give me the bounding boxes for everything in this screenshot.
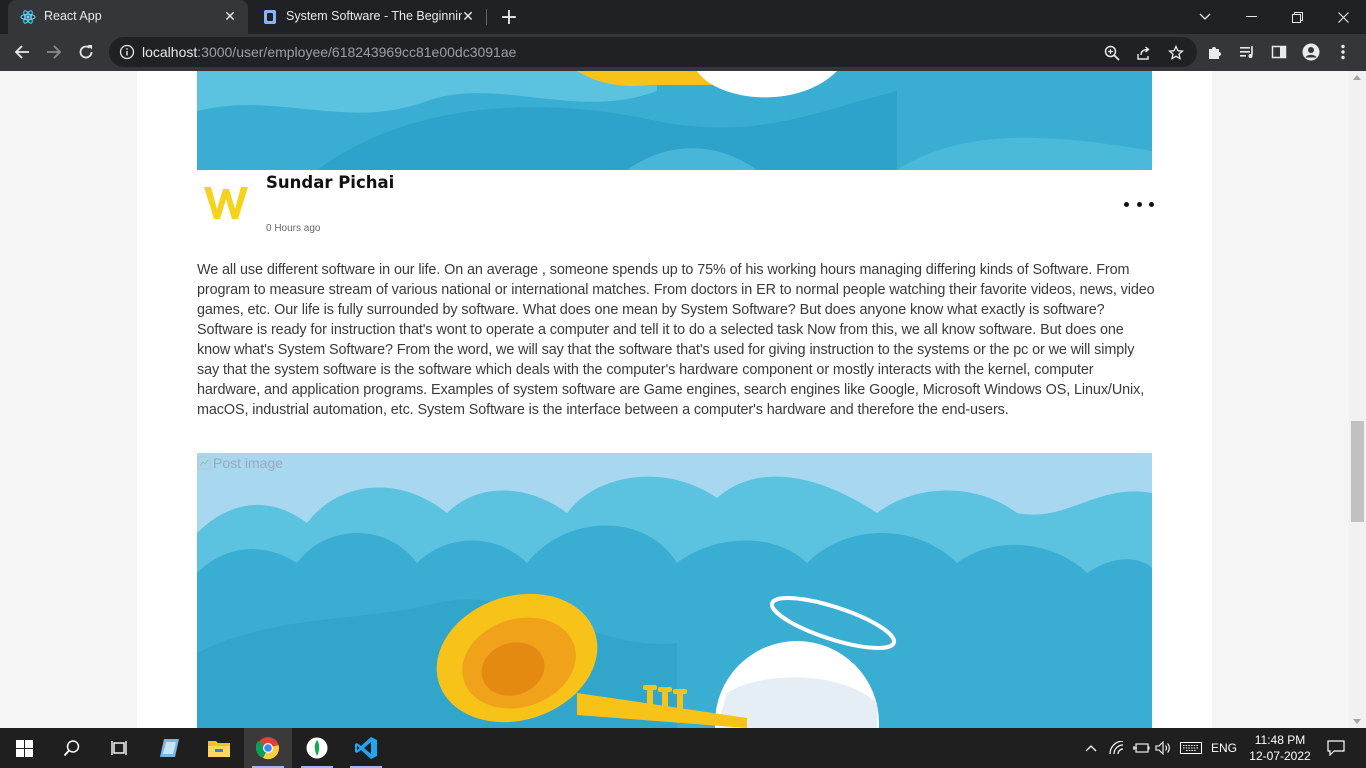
restore-button[interactable] — [1274, 0, 1320, 34]
url-host: localhost — [142, 44, 198, 60]
tab-system-software[interactable]: System Software - The Beginning ✕ — [250, 0, 486, 34]
post-options-button[interactable] — [1124, 196, 1154, 212]
windows-taskbar: ENG 11:48 PM 12-07-2022 — [0, 728, 1366, 768]
share-icon — [1137, 46, 1150, 60]
playlist-icon — [1240, 46, 1253, 58]
avatar[interactable] — [201, 178, 251, 228]
file-explorer-icon — [208, 741, 230, 757]
browser-toolbar: localhost:3000/user/employee/618243969cc… — [0, 34, 1366, 71]
chevron-down-icon — [1199, 13, 1211, 20]
page-viewport: Sundar Pichai 0 Hours ago We all use dif… — [0, 71, 1349, 728]
broken-image-icon — [197, 456, 211, 470]
bookmark-button[interactable] — [1166, 43, 1186, 63]
image-alt-text: Post image — [213, 455, 284, 471]
taskbar-app-notepad[interactable] — [146, 728, 194, 768]
taskbar-app-chrome[interactable] — [244, 728, 292, 768]
battery-plug-icon — [1133, 743, 1150, 753]
taskbar-search-button[interactable] — [48, 728, 96, 768]
network-button[interactable] — [1106, 728, 1128, 768]
zoom-icon — [1104, 45, 1120, 61]
search-icon — [63, 740, 80, 757]
kebab-menu-icon — [1341, 44, 1345, 60]
post-image-previous — [197, 71, 1152, 170]
back-button[interactable] — [7, 37, 37, 67]
post-image: Post image — [197, 453, 1152, 728]
author-name[interactable]: Sundar Pichai — [266, 173, 394, 192]
arrow-right-icon — [47, 45, 62, 59]
document-icon — [264, 10, 276, 24]
zoom-button[interactable] — [1102, 43, 1122, 63]
task-view-icon — [111, 741, 127, 755]
minimize-icon — [1245, 16, 1257, 17]
dot-icon — [1136, 201, 1142, 207]
start-button[interactable] — [0, 728, 48, 768]
close-tab-icon[interactable]: ✕ — [458, 6, 478, 26]
url-path: :3000/user/employee/618243969cc81e00dc30… — [197, 44, 517, 60]
tab-title: System Software - The Beginning — [286, 9, 462, 23]
dot-icon — [1149, 201, 1154, 207]
scrollbar-thumb[interactable] — [1351, 421, 1364, 522]
tab-react-app[interactable]: React App ✕ — [8, 0, 248, 34]
restore-icon — [1291, 11, 1303, 23]
post-body: We all use different software in our lif… — [197, 262, 1155, 418]
taskbar-clock[interactable]: 11:48 PM 12-07-2022 — [1247, 732, 1313, 764]
close-icon — [1337, 11, 1349, 23]
notification-icon — [1327, 740, 1345, 756]
scroll-up-icon[interactable] — [1353, 75, 1361, 80]
side-panel-icon — [1271, 45, 1287, 59]
volume-button[interactable] — [1152, 728, 1174, 768]
notepad-icon — [160, 739, 179, 757]
reload-icon — [79, 45, 93, 59]
post-timestamp: 0 Hours ago — [266, 223, 321, 234]
media-control-button[interactable] — [1236, 41, 1258, 63]
notification-center-button[interactable] — [1318, 728, 1354, 768]
extensions-button[interactable] — [1204, 41, 1226, 63]
close-tab-icon[interactable]: ✕ — [220, 6, 240, 26]
taskbar-app-file-explorer[interactable] — [195, 728, 243, 768]
chrome-icon — [256, 737, 279, 760]
input-language-button[interactable]: ENG — [1208, 728, 1240, 768]
battery-button[interactable] — [1130, 728, 1152, 768]
dot-icon — [1124, 201, 1129, 207]
browser-tab-strip: React App ✕ System Software - The Beginn… — [0, 0, 1366, 34]
vscode-icon — [355, 737, 377, 759]
tab-separator — [486, 9, 487, 25]
profile-icon — [1302, 43, 1320, 61]
side-panel-button[interactable] — [1268, 41, 1290, 63]
arrow-left-icon — [14, 45, 29, 59]
wifi-icon — [1109, 741, 1124, 755]
minimize-button[interactable] — [1228, 0, 1274, 34]
taskbar-app-vscode[interactable] — [342, 728, 390, 768]
star-icon — [1168, 45, 1184, 60]
chevron-up-icon — [1085, 745, 1097, 752]
clock-date: 12-07-2022 — [1249, 749, 1311, 763]
mongodb-compass-icon — [306, 737, 328, 759]
puzzle-icon — [1209, 47, 1221, 59]
new-tab-button[interactable]: + — [496, 5, 522, 30]
share-button[interactable] — [1134, 43, 1154, 63]
taskbar-app-mongodb[interactable] — [293, 728, 341, 768]
windows-start-icon — [15, 739, 33, 757]
broken-image-alt: Post image — [197, 455, 283, 471]
tab-title: React App — [44, 9, 102, 23]
speaker-icon — [1155, 741, 1170, 755]
address-bar[interactable]: localhost:3000/user/employee/618243969cc… — [109, 37, 1197, 67]
close-window-button[interactable] — [1320, 0, 1366, 34]
site-info-icon[interactable] — [119, 44, 135, 60]
show-hidden-icons-button[interactable] — [1080, 728, 1102, 768]
page-scrollbar[interactable] — [1349, 71, 1366, 728]
reload-button[interactable] — [71, 37, 101, 67]
profile-button[interactable] — [1300, 41, 1322, 63]
clock-time: 11:48 PM — [1254, 733, 1306, 747]
forward-button[interactable] — [39, 37, 69, 67]
keyboard-icon — [1180, 742, 1202, 754]
scroll-down-icon[interactable] — [1353, 719, 1361, 724]
task-view-button[interactable] — [96, 728, 144, 768]
url-text[interactable]: localhost:3000/user/employee/618243969cc… — [142, 44, 516, 60]
touch-keyboard-button[interactable] — [1178, 728, 1204, 768]
menu-button[interactable] — [1332, 41, 1354, 63]
tab-search-button[interactable] — [1182, 0, 1228, 34]
avatar-logo-icon — [204, 187, 248, 219]
react-icon — [20, 10, 36, 24]
